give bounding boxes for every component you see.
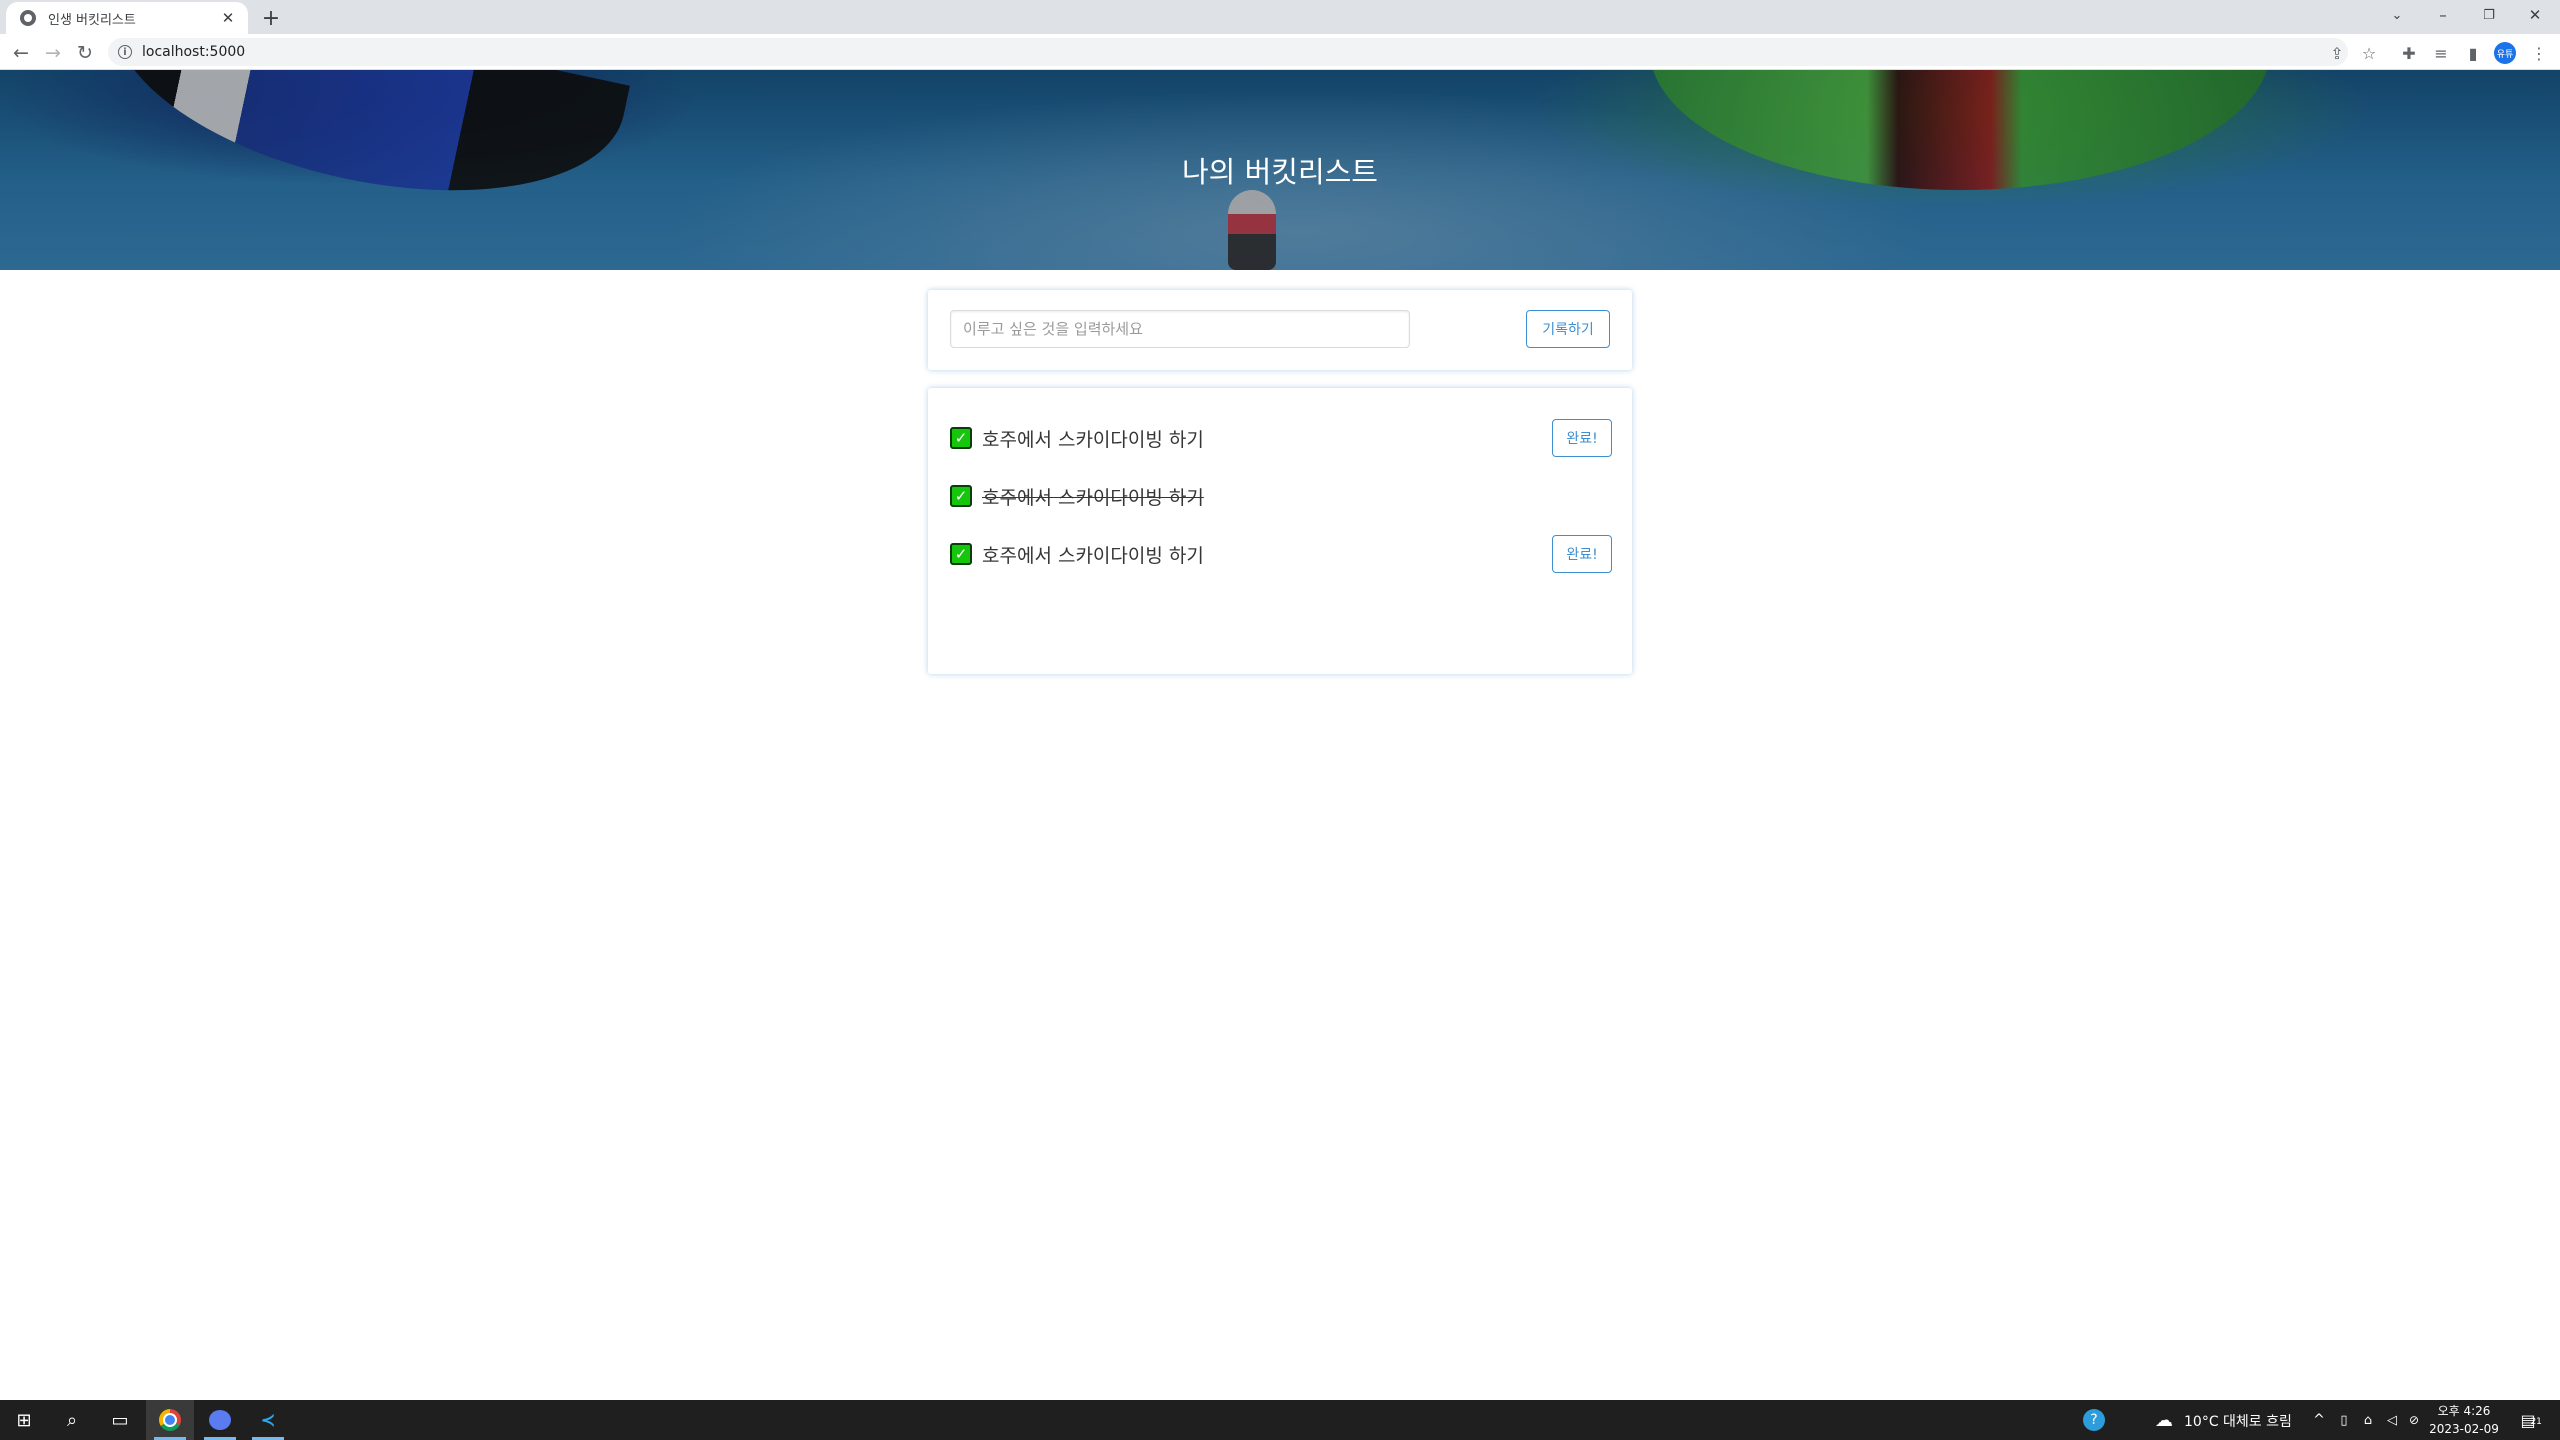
bucket-input[interactable]	[950, 310, 1410, 348]
reading-list-icon[interactable]: ≡	[2430, 42, 2452, 64]
back-icon[interactable]: ←	[8, 40, 34, 66]
tab-strip: 인생 버킷리스트 ✕ + ⌄ – ❐ ✕	[0, 0, 2560, 34]
profile-avatar[interactable]: 유튜	[2494, 42, 2516, 64]
weather-text[interactable]: 10°C 대체로 흐림	[2184, 1411, 2292, 1431]
site-info-icon[interactable]: i	[118, 45, 132, 59]
bucket-item-text: 호주에서 스카이다이빙 하기	[982, 486, 1204, 509]
chrome-app-icon[interactable]	[146, 1400, 194, 1440]
ime-icon[interactable]: ⊘	[2404, 1400, 2424, 1440]
reload-icon[interactable]: ↻	[72, 40, 98, 66]
page-content: 나의 버킷리스트 기록하기 ✓ 호주에서 스카이다이빙 하기 완료! ✓ 호주에…	[0, 70, 2560, 1400]
task-view-icon[interactable]: ▭	[96, 1400, 144, 1440]
notification-count: 21	[2530, 1416, 2542, 1427]
clock-date: 2023-02-09	[2429, 1422, 2499, 1436]
input-card: 기록하기	[928, 290, 1632, 370]
chat-app-icon[interactable]	[196, 1400, 244, 1440]
extensions-icon[interactable]: ✚	[2398, 42, 2420, 64]
bucket-item-done: ✓ 호주에서 스카이다이빙 하기	[950, 468, 1612, 524]
tab-title: 인생 버킷리스트	[48, 12, 136, 28]
check-mark-icon: ✓	[950, 543, 972, 565]
bucket-item-text: 호주에서 스카이다이빙 하기	[982, 428, 1204, 451]
bucket-list-card: ✓ 호주에서 스카이다이빙 하기 완료! ✓ 호주에서 스카이다이빙 하기 ✓ …	[928, 388, 1632, 674]
complete-button[interactable]: 완료!	[1552, 419, 1612, 457]
complete-button[interactable]: 완료!	[1552, 535, 1612, 573]
vscode-app-icon[interactable]: ≺	[244, 1400, 292, 1440]
restore-icon[interactable]: ❐	[2466, 0, 2512, 30]
new-tab-button[interactable]: +	[258, 5, 284, 31]
help-icon[interactable]: ?	[2070, 1400, 2118, 1440]
share-icon[interactable]: ⇪	[2326, 42, 2348, 64]
record-button[interactable]: 기록하기	[1526, 310, 1610, 348]
volume-icon[interactable]: ◁	[2380, 1400, 2404, 1440]
chevron-up-icon[interactable]: ^	[2306, 1400, 2332, 1440]
network-icon[interactable]: ⌂	[2356, 1400, 2380, 1440]
forward-icon[interactable]: →	[40, 40, 66, 66]
notification-icon[interactable]: ▤ 21	[2506, 1400, 2550, 1440]
battery-icon[interactable]: ▯	[2332, 1400, 2356, 1440]
hero-banner: 나의 버킷리스트	[0, 70, 2560, 270]
check-mark-icon: ✓	[950, 485, 972, 507]
address-bar[interactable]: i localhost:5000	[108, 38, 2348, 66]
close-tab-icon[interactable]: ✕	[218, 8, 238, 28]
search-icon[interactable]: ⌕	[48, 1400, 96, 1440]
close-window-icon[interactable]: ✕	[2512, 0, 2558, 30]
bucket-item-text: 호주에서 스카이다이빙 하기	[982, 544, 1204, 567]
clock-time: 오후 4:26	[2437, 1404, 2491, 1418]
browser-tab[interactable]: 인생 버킷리스트 ✕	[6, 2, 248, 34]
windows-taskbar: ⊞ ⌕ ▭ ≺ ? ☁ 10°C 대체로 흐림 ^ ▯ ⌂ ◁ ⊘ 오후 4:2…	[0, 1400, 2560, 1440]
bucket-item: ✓ 호주에서 스카이다이빙 하기 완료!	[950, 526, 1612, 582]
minimize-icon[interactable]: –	[2420, 0, 2466, 30]
windows-start-icon[interactable]: ⊞	[0, 1400, 48, 1440]
page-title: 나의 버킷리스트	[1182, 155, 1378, 189]
bookmark-star-icon[interactable]: ☆	[2358, 42, 2380, 64]
tab-search-icon[interactable]: ⌄	[2374, 0, 2420, 30]
side-panel-icon[interactable]: ▮	[2462, 42, 2484, 64]
check-mark-icon: ✓	[950, 427, 972, 449]
menu-kebab-icon[interactable]: ⋮	[2528, 42, 2550, 64]
bucket-item: ✓ 호주에서 스카이다이빙 하기 완료!	[950, 410, 1612, 466]
address-url[interactable]: localhost:5000	[142, 44, 245, 60]
weather-cloud-icon[interactable]: ☁	[2140, 1400, 2188, 1440]
globe-icon	[20, 10, 36, 26]
browser-toolbar: ← → ↻ i localhost:5000 ⇪ ☆ ✚ ≡ ▮ 유튜 ⋮	[0, 34, 2560, 70]
taskbar-clock[interactable]: 오후 4:26 2023-02-09	[2424, 1402, 2504, 1438]
